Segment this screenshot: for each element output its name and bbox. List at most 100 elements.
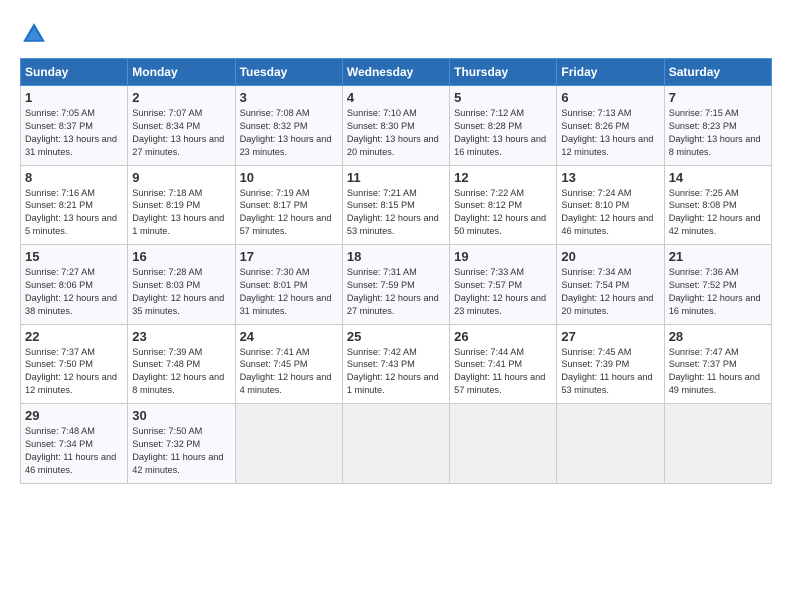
calendar-cell: 27 Sunrise: 7:45 AMSunset: 7:39 PMDayligh…: [557, 324, 664, 404]
calendar-cell: 16 Sunrise: 7:28 AMSunset: 8:03 PMDayligh…: [128, 245, 235, 325]
calendar-cell: 5 Sunrise: 7:12 AMSunset: 8:28 PMDaylight…: [450, 86, 557, 166]
calendar-cell: 21Sunrise: 7:36 AMSunset: 7:52 PMDayligh…: [664, 245, 771, 325]
calendar-cell: [235, 404, 342, 484]
day-number: 13: [561, 170, 659, 185]
cell-content: Sunrise: 7:50 AMSunset: 7:32 PMDaylight:…: [132, 425, 230, 477]
cell-content: Sunrise: 7:30 AMSunset: 8:01 PMDaylight:…: [240, 266, 338, 318]
calendar-week-row: 29Sunrise: 7:48 AMSunset: 7:34 PMDayligh…: [21, 404, 772, 484]
day-number: 16: [132, 249, 230, 264]
calendar-cell: 17 Sunrise: 7:30 AMSunset: 8:01 PMDayligh…: [235, 245, 342, 325]
day-header-tuesday: Tuesday: [235, 59, 342, 86]
day-header-monday: Monday: [128, 59, 235, 86]
day-header-friday: Friday: [557, 59, 664, 86]
calendar-cell: 18 Sunrise: 7:31 AMSunset: 7:59 PMDayligh…: [342, 245, 449, 325]
calendar-week-row: 22 Sunrise: 7:37 AMSunset: 7:50 PMDayligh…: [21, 324, 772, 404]
calendar-cell: 24Sunrise: 7:41 AMSunset: 7:45 PMDayligh…: [235, 324, 342, 404]
day-number: 7: [669, 90, 767, 105]
calendar-cell: 12 Sunrise: 7:22 AMSunset: 8:12 PMDayligh…: [450, 165, 557, 245]
day-number: 21: [669, 249, 767, 264]
calendar-cell: 29Sunrise: 7:48 AMSunset: 7:34 PMDayligh…: [21, 404, 128, 484]
calendar-cell: 13 Sunrise: 7:24 AMSunset: 8:10 PMDayligh…: [557, 165, 664, 245]
calendar-cell: 25 Sunrise: 7:42 AMSunset: 7:43 PMDayligh…: [342, 324, 449, 404]
cell-content: Sunrise: 7:39 AMSunset: 7:48 PMDaylight:…: [132, 346, 230, 398]
day-number: 11: [347, 170, 445, 185]
cell-content: Sunrise: 7:48 AMSunset: 7:34 PMDaylight:…: [25, 425, 123, 477]
calendar-cell: 8 Sunrise: 7:16 AMSunset: 8:21 PMDaylight…: [21, 165, 128, 245]
day-number: 19: [454, 249, 552, 264]
cell-content: Sunrise: 7:19 AMSunset: 8:17 PMDaylight:…: [240, 187, 338, 239]
day-number: 2: [132, 90, 230, 105]
calendar-cell: [557, 404, 664, 484]
calendar-cell: 23 Sunrise: 7:39 AMSunset: 7:48 PMDayligh…: [128, 324, 235, 404]
calendar-week-row: 1 Sunrise: 7:05 AMSunset: 8:37 PMDaylight…: [21, 86, 772, 166]
calendar-cell: 10 Sunrise: 7:19 AMSunset: 8:17 PMDayligh…: [235, 165, 342, 245]
calendar-cell: 30 Sunrise: 7:50 AMSunset: 7:32 PMDayligh…: [128, 404, 235, 484]
calendar-cell: 9 Sunrise: 7:18 AMSunset: 8:19 PMDaylight…: [128, 165, 235, 245]
cell-content: Sunrise: 7:34 AMSunset: 7:54 PMDaylight:…: [561, 266, 659, 318]
cell-content: Sunrise: 7:12 AMSunset: 8:28 PMDaylight:…: [454, 107, 552, 159]
calendar-cell: [342, 404, 449, 484]
calendar-week-row: 8 Sunrise: 7:16 AMSunset: 8:21 PMDaylight…: [21, 165, 772, 245]
cell-content: Sunrise: 7:10 AMSunset: 8:30 PMDaylight:…: [347, 107, 445, 159]
calendar-cell: [450, 404, 557, 484]
cell-content: Sunrise: 7:18 AMSunset: 8:19 PMDaylight:…: [132, 187, 230, 239]
day-number: 15: [25, 249, 123, 264]
calendar-cell: 26 Sunrise: 7:44 AMSunset: 7:41 PMDayligh…: [450, 324, 557, 404]
day-header-sunday: Sunday: [21, 59, 128, 86]
cell-content: Sunrise: 7:41 AMSunset: 7:45 PMDaylight:…: [240, 346, 338, 398]
page-header: [20, 20, 772, 48]
cell-content: Sunrise: 7:16 AMSunset: 8:21 PMDaylight:…: [25, 187, 123, 239]
day-number: 10: [240, 170, 338, 185]
calendar-cell: 20 Sunrise: 7:34 AMSunset: 7:54 PMDayligh…: [557, 245, 664, 325]
cell-content: Sunrise: 7:27 AMSunset: 8:06 PMDaylight:…: [25, 266, 123, 318]
day-number: 18: [347, 249, 445, 264]
day-number: 27: [561, 329, 659, 344]
day-number: 1: [25, 90, 123, 105]
logo: [20, 20, 52, 48]
day-number: 20: [561, 249, 659, 264]
calendar-cell: 4 Sunrise: 7:10 AMSunset: 8:30 PMDaylight…: [342, 86, 449, 166]
cell-content: Sunrise: 7:37 AMSunset: 7:50 PMDaylight:…: [25, 346, 123, 398]
calendar-cell: 11Sunrise: 7:21 AMSunset: 8:15 PMDayligh…: [342, 165, 449, 245]
day-number: 30: [132, 408, 230, 423]
logo-icon: [20, 20, 48, 48]
cell-content: Sunrise: 7:45 AMSunset: 7:39 PMDaylight:…: [561, 346, 659, 398]
cell-content: Sunrise: 7:42 AMSunset: 7:43 PMDaylight:…: [347, 346, 445, 398]
calendar-cell: 15 Sunrise: 7:27 AMSunset: 8:06 PMDayligh…: [21, 245, 128, 325]
cell-content: Sunrise: 7:08 AMSunset: 8:32 PMDaylight:…: [240, 107, 338, 159]
calendar-cell: 6Sunrise: 7:13 AMSunset: 8:26 PMDaylight…: [557, 86, 664, 166]
calendar-cell: 19 Sunrise: 7:33 AMSunset: 7:57 PMDayligh…: [450, 245, 557, 325]
calendar-cell: 1 Sunrise: 7:05 AMSunset: 8:37 PMDaylight…: [21, 86, 128, 166]
day-number: 23: [132, 329, 230, 344]
day-number: 6: [561, 90, 659, 105]
cell-content: Sunrise: 7:05 AMSunset: 8:37 PMDaylight:…: [25, 107, 123, 159]
day-header-wednesday: Wednesday: [342, 59, 449, 86]
calendar-week-row: 15 Sunrise: 7:27 AMSunset: 8:06 PMDayligh…: [21, 245, 772, 325]
day-number: 9: [132, 170, 230, 185]
cell-content: Sunrise: 7:31 AMSunset: 7:59 PMDaylight:…: [347, 266, 445, 318]
day-number: 26: [454, 329, 552, 344]
cell-content: Sunrise: 7:22 AMSunset: 8:12 PMDaylight:…: [454, 187, 552, 239]
calendar-table: SundayMondayTuesdayWednesdayThursdayFrid…: [20, 58, 772, 484]
day-header-saturday: Saturday: [664, 59, 771, 86]
day-number: 22: [25, 329, 123, 344]
day-number: 3: [240, 90, 338, 105]
calendar-cell: 28 Sunrise: 7:47 AMSunset: 7:37 PMDayligh…: [664, 324, 771, 404]
day-number: 8: [25, 170, 123, 185]
day-number: 28: [669, 329, 767, 344]
day-number: 17: [240, 249, 338, 264]
cell-content: Sunrise: 7:28 AMSunset: 8:03 PMDaylight:…: [132, 266, 230, 318]
calendar-cell: 7 Sunrise: 7:15 AMSunset: 8:23 PMDaylight…: [664, 86, 771, 166]
cell-content: Sunrise: 7:44 AMSunset: 7:41 PMDaylight:…: [454, 346, 552, 398]
cell-content: Sunrise: 7:33 AMSunset: 7:57 PMDaylight:…: [454, 266, 552, 318]
cell-content: Sunrise: 7:24 AMSunset: 8:10 PMDaylight:…: [561, 187, 659, 239]
day-number: 25: [347, 329, 445, 344]
day-number: 12: [454, 170, 552, 185]
cell-content: Sunrise: 7:15 AMSunset: 8:23 PMDaylight:…: [669, 107, 767, 159]
cell-content: Sunrise: 7:25 AMSunset: 8:08 PMDaylight:…: [669, 187, 767, 239]
day-number: 4: [347, 90, 445, 105]
cell-content: Sunrise: 7:47 AMSunset: 7:37 PMDaylight:…: [669, 346, 767, 398]
day-number: 5: [454, 90, 552, 105]
calendar-cell: 22 Sunrise: 7:37 AMSunset: 7:50 PMDayligh…: [21, 324, 128, 404]
calendar-cell: 2Sunrise: 7:07 AMSunset: 8:34 PMDaylight…: [128, 86, 235, 166]
